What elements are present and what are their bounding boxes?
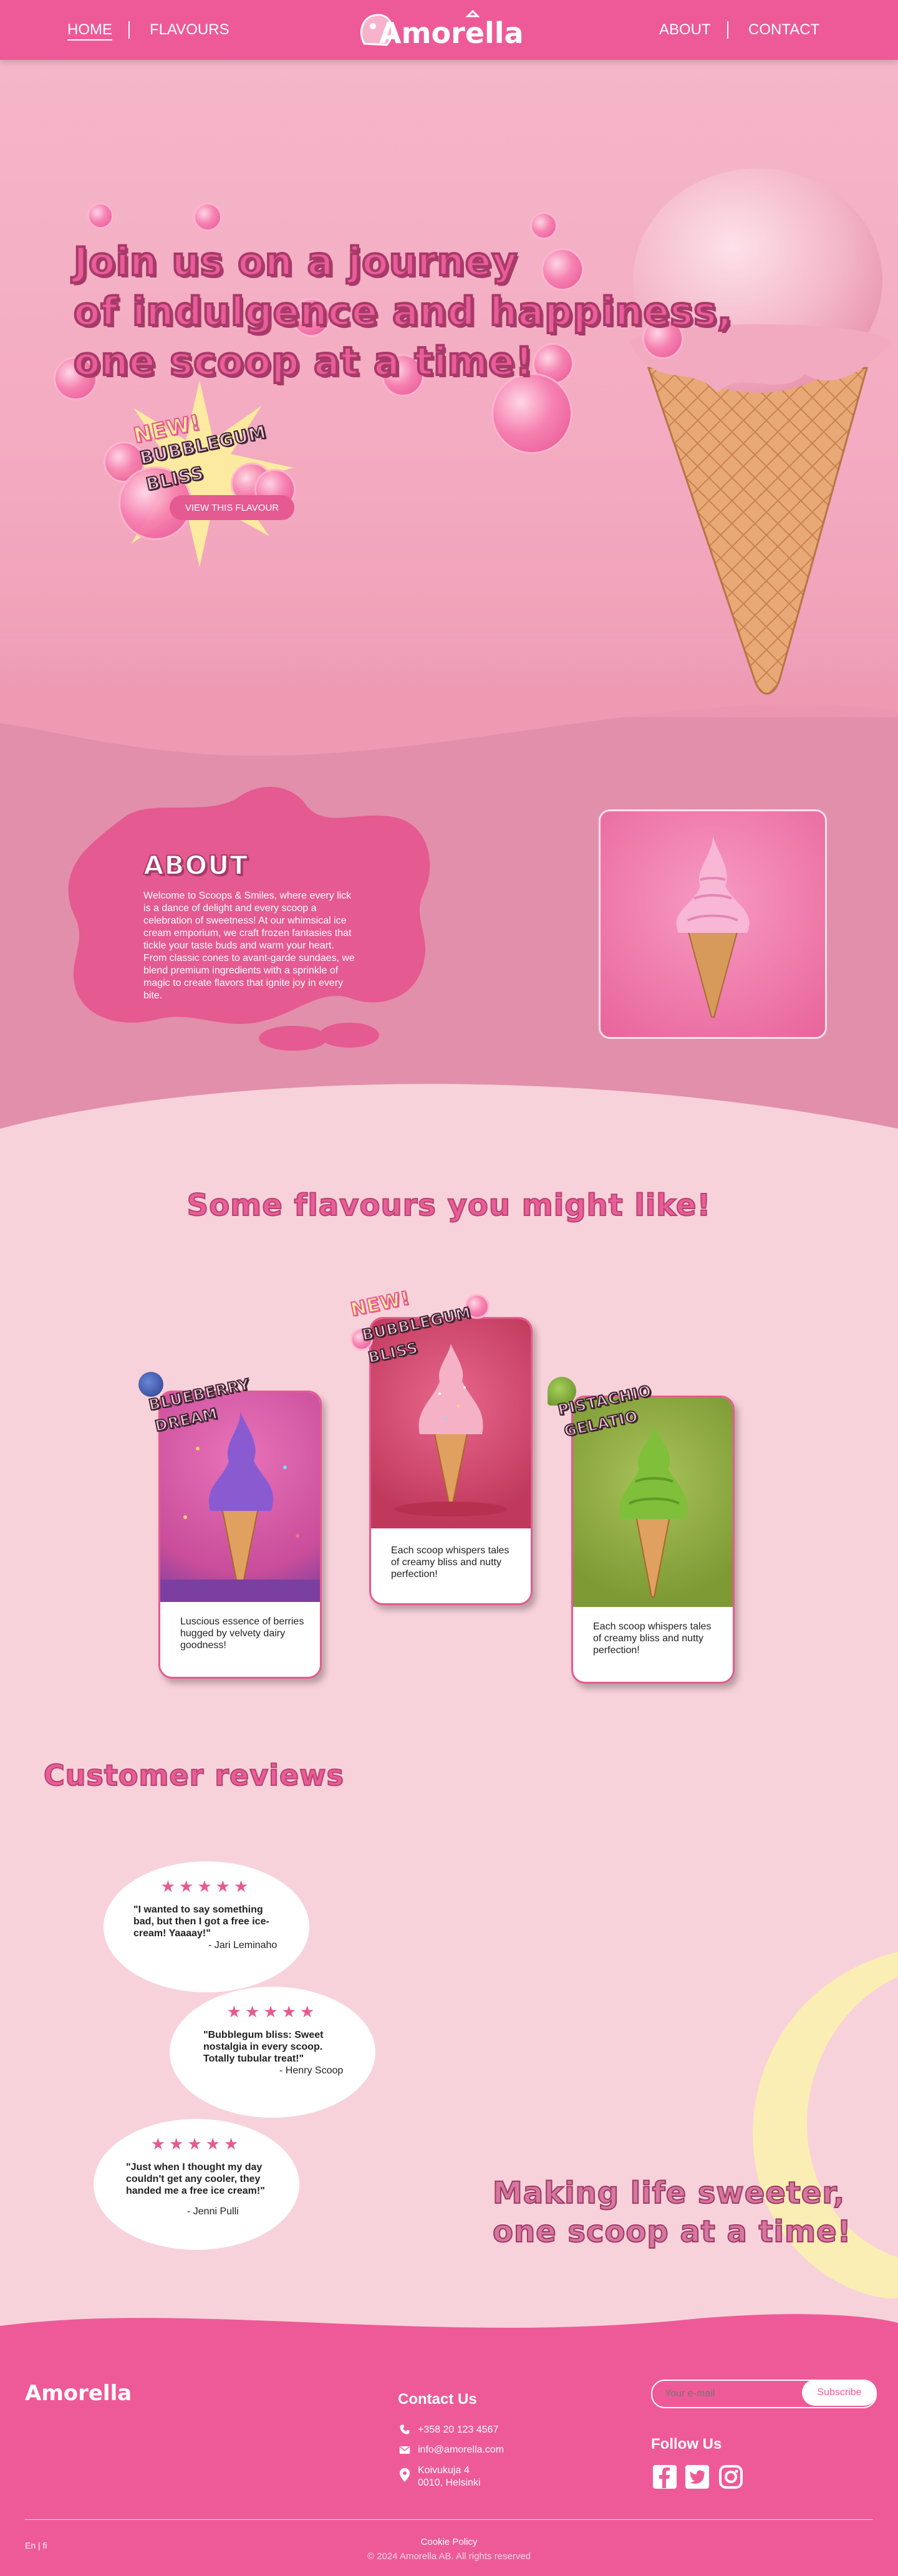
nav-contact-link[interactable]: CONTACT bbox=[748, 21, 819, 39]
about-ice-cream-icon bbox=[676, 836, 750, 1018]
hero-title: Join us on a journey of indulgence and h… bbox=[72, 237, 733, 387]
facebook-icon[interactable] bbox=[652, 2464, 677, 2489]
rating-stars-icon: ★★★★★ bbox=[160, 1878, 253, 1896]
about-image bbox=[599, 809, 827, 1039]
flavour-card-pistachio[interactable]: Each scoop whispers tales of creamy blis… bbox=[571, 1396, 735, 1684]
blueberry-icon bbox=[138, 1372, 163, 1397]
about-title: ABOUT bbox=[143, 849, 248, 881]
bubble-decoration bbox=[87, 203, 113, 229]
footer-logo[interactable]: Amorella bbox=[25, 2376, 150, 2413]
reviews-title: Customer reviews bbox=[43, 1758, 345, 1793]
review-quote: "I wanted to say something bad, but then… bbox=[133, 1904, 269, 1939]
about-body: Welcome to Scoops & Smiles, where every … bbox=[143, 890, 355, 1001]
logo-text: Amorella bbox=[379, 16, 524, 50]
contact-phone[interactable]: +358 20 123 4567 bbox=[418, 2424, 498, 2436]
review-bubble: ★★★★★ "Bubblegum bliss: Sweet nostalgia … bbox=[170, 1987, 375, 2118]
bubble-decoration bbox=[193, 203, 222, 231]
nav-home-link[interactable]: HOME bbox=[67, 21, 112, 39]
bubble-decoration bbox=[530, 212, 558, 239]
twitter-icon[interactable] bbox=[685, 2464, 710, 2489]
flavour-card-desc: Each scoop whispers tales of creamy blis… bbox=[593, 1621, 712, 1656]
tagline-line-2: one scoop at a time! bbox=[492, 2214, 852, 2250]
review-author: - Henry Scoop bbox=[279, 2065, 344, 2076]
review-author: - Jenni Pulli bbox=[187, 2206, 239, 2217]
footer-logo-text: Amorella bbox=[25, 2381, 132, 2406]
email-icon bbox=[399, 2444, 410, 2456]
location-pin-icon bbox=[399, 2468, 410, 2482]
review-bubble: ★★★★★ "I wanted to say something bad, bu… bbox=[104, 1861, 309, 1992]
footer: Amorella Contact Us +358 20 123 4567 inf… bbox=[0, 2332, 898, 2576]
nav-divider bbox=[128, 21, 130, 39]
subscribe-button[interactable]: Subscribe bbox=[802, 2380, 877, 2406]
instagram-icon[interactable] bbox=[718, 2464, 743, 2489]
logo[interactable]: Amorella bbox=[355, 7, 543, 52]
view-flavour-button[interactable]: VIEW THIS FLAVOUR bbox=[170, 495, 294, 520]
contact-address-line-1: Koivukuja 4 bbox=[418, 2465, 470, 2476]
contact-email[interactable]: info@amorella.com bbox=[418, 2444, 504, 2456]
review-author: - Jari Leminaho bbox=[208, 1940, 278, 1951]
cookie-policy-link[interactable]: Cookie Policy bbox=[0, 2537, 898, 2547]
hero-title-line-3: one scoop at a time! bbox=[72, 337, 534, 385]
flavour-card-desc: Each scoop whispers tales of creamy blis… bbox=[391, 1545, 509, 1580]
about-wave bbox=[0, 1084, 898, 1147]
contact-title: Contact Us bbox=[398, 2391, 477, 2408]
flavour-card-desc: Luscious essence of berries hugged by ve… bbox=[180, 1616, 304, 1651]
nav-divider-2 bbox=[727, 21, 728, 39]
newsletter-email-input[interactable] bbox=[664, 2386, 791, 2402]
flavour-card-blueberry[interactable]: Luscious essence of berries hugged by ve… bbox=[158, 1391, 322, 1679]
footer-divider bbox=[25, 2519, 873, 2520]
contact-address-line-2: 0010, Helsinki bbox=[418, 2477, 481, 2488]
phone-icon bbox=[399, 2424, 410, 2435]
tagline: Making life sweeter, one scoop at a time… bbox=[492, 2174, 852, 2251]
tagline-line-1: Making life sweeter, bbox=[492, 2175, 846, 2211]
copyright: © 2024 Amorella AB. All rights reserved bbox=[367, 2551, 531, 2562]
hero-title-line-1: Join us on a journey bbox=[72, 238, 518, 286]
review-quote: "Bubblegum bliss: Sweet nostalgia in eve… bbox=[203, 2030, 324, 2064]
rating-stars-icon: ★★★★★ bbox=[226, 2003, 319, 2022]
review-bubble: ★★★★★ "Just when I thought my day couldn… bbox=[94, 2119, 299, 2250]
nav-about-link[interactable]: ABOUT bbox=[659, 21, 711, 39]
nav-flavours-link[interactable]: FLAVOURS bbox=[150, 21, 229, 39]
review-quote: "Just when I thought my day couldn't get… bbox=[126, 2162, 265, 2196]
follow-us-title: Follow Us bbox=[651, 2436, 722, 2453]
hero-title-line-2: of indulgence and happiness, bbox=[72, 287, 733, 335]
flavours-title: Some flavours you might like! bbox=[186, 1187, 712, 1223]
rating-stars-icon: ★★★★★ bbox=[150, 2135, 243, 2154]
top-navigation: HOME FLAVOURS Amorella ABOUT CONTACT bbox=[0, 0, 898, 60]
newsletter-form: Subscribe bbox=[651, 2380, 877, 2408]
